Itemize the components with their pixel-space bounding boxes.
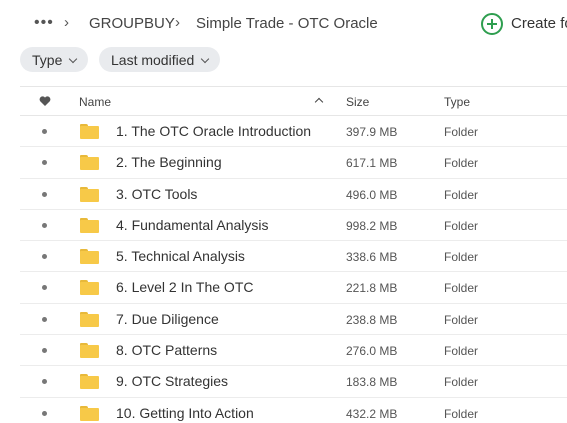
- breadcrumb-item-groupbuy[interactable]: GROUPBUY: [89, 15, 175, 32]
- folder-size: 338.6 MB: [346, 250, 398, 265]
- bullet-icon: [42, 410, 47, 416]
- folder-size: 617.1 MB: [346, 156, 398, 171]
- item-type: Folder: [444, 406, 479, 421]
- folder-size: 432.2 MB: [346, 406, 398, 421]
- folder-size: 183.8 MB: [346, 375, 398, 390]
- bullet-icon: [42, 191, 47, 197]
- last-modified-filter-label: Last modified: [111, 52, 195, 68]
- bullet-icon: [42, 316, 47, 322]
- table-row[interactable]: 2. The Beginning 617.1 MB Folder: [20, 147, 567, 179]
- folder-icon: [80, 217, 99, 233]
- more-options-icon[interactable]: •••: [34, 14, 54, 32]
- folder-name[interactable]: 9. OTC Strategies: [116, 373, 228, 389]
- table-row[interactable]: 3. OTC Tools 496.0 MB Folder: [20, 179, 567, 210]
- folder-icon: [80, 374, 99, 390]
- type-filter-button[interactable]: Type: [20, 47, 89, 72]
- table-row[interactable]: 1. The OTC Oracle Introduction 397.9 MB Fo…: [20, 116, 567, 148]
- create-folder-button[interactable]: Create fo: [511, 15, 567, 32]
- folder-size: 998.2 MB: [346, 218, 398, 233]
- chevron-right-icon: ›: [175, 14, 180, 31]
- table-header: Name Size Type: [20, 86, 567, 116]
- folder-size: 221.8 MB: [346, 281, 398, 296]
- folder-name[interactable]: 2. The Beginning: [116, 154, 222, 170]
- table-row[interactable]: 10. Getting Into Action 432.2 MB Folder: [20, 398, 567, 423]
- type-filter-label: Type: [32, 52, 63, 68]
- bullet-icon: [42, 285, 47, 291]
- chevron-down-icon: [69, 54, 78, 64]
- heart-icon[interactable]: [39, 95, 51, 107]
- folder-icon: [80, 311, 99, 327]
- item-type: Folder: [444, 125, 479, 139]
- last-modified-filter-button[interactable]: Last modified: [99, 47, 221, 72]
- folder-icon: [80, 343, 99, 359]
- bullet-icon: [42, 160, 47, 166]
- folder-name[interactable]: 3. OTC Tools: [116, 186, 197, 202]
- bullet-icon: [42, 129, 47, 134]
- bullet-icon: [42, 348, 47, 354]
- folder-name[interactable]: 10. Getting Into Action: [116, 405, 254, 421]
- bullet-icon: [42, 379, 47, 385]
- folder-icon: [80, 405, 99, 421]
- item-type: Folder: [444, 156, 479, 171]
- table-row[interactable]: 4. Fundamental Analysis 998.2 MB Folder: [20, 210, 567, 242]
- item-type: Folder: [444, 344, 479, 359]
- folder-icon: [80, 280, 99, 296]
- folder-name[interactable]: 8. OTC Patterns: [116, 342, 217, 358]
- sort-ascending-icon[interactable]: [314, 97, 324, 107]
- chevron-down-icon: [201, 54, 210, 64]
- type-column-header[interactable]: Type: [444, 95, 470, 109]
- folder-name[interactable]: 4. Fundamental Analysis: [116, 217, 269, 233]
- item-type: Folder: [444, 375, 479, 390]
- folder-size: 496.0 MB: [346, 187, 398, 202]
- item-type: Folder: [444, 312, 479, 327]
- folder-size: 276.0 MB: [346, 344, 398, 359]
- bullet-icon: [42, 222, 47, 228]
- table-row[interactable]: 8. OTC Patterns 276.0 MB Folder: [20, 335, 567, 367]
- folder-size: 238.8 MB: [346, 312, 398, 327]
- item-type: Folder: [444, 218, 479, 233]
- item-type: Folder: [444, 281, 479, 296]
- table-row[interactable]: 5. Technical Analysis 338.6 MB Folder: [20, 241, 567, 273]
- folder-name[interactable]: 6. Level 2 In The OTC: [116, 279, 253, 295]
- file-list: 1. The OTC Oracle Introduction 397.9 MB Fo…: [20, 116, 567, 423]
- breadcrumb-item-current-folder: Simple Trade - OTC Oracle: [196, 15, 378, 32]
- folder-size: 397.9 MB: [346, 125, 398, 139]
- bullet-icon: [42, 254, 47, 260]
- folder-icon: [80, 249, 99, 265]
- item-type: Folder: [444, 250, 479, 265]
- folder-name[interactable]: 1. The OTC Oracle Introduction: [116, 123, 311, 139]
- folder-name[interactable]: 5. Technical Analysis: [116, 248, 245, 264]
- table-row[interactable]: 7. Due Diligence 238.8 MB Folder: [20, 304, 567, 336]
- name-column-header[interactable]: Name: [79, 95, 111, 109]
- item-type: Folder: [444, 187, 479, 202]
- plus-circle-icon[interactable]: [481, 13, 503, 35]
- breadcrumb-bar: ••• › GROUPBUY › Simple Trade - OTC Orac…: [0, 0, 567, 46]
- table-row[interactable]: 9. OTC Strategies 183.8 MB Folder: [20, 366, 567, 398]
- folder-name[interactable]: 7. Due Diligence: [116, 311, 219, 327]
- table-row[interactable]: 6. Level 2 In The OTC 221.8 MB Folder: [20, 272, 567, 304]
- chevron-right-icon: ›: [64, 14, 69, 31]
- folder-icon: [80, 155, 99, 171]
- folder-icon: [80, 186, 99, 202]
- size-column-header[interactable]: Size: [346, 95, 369, 109]
- folder-icon: [80, 124, 99, 139]
